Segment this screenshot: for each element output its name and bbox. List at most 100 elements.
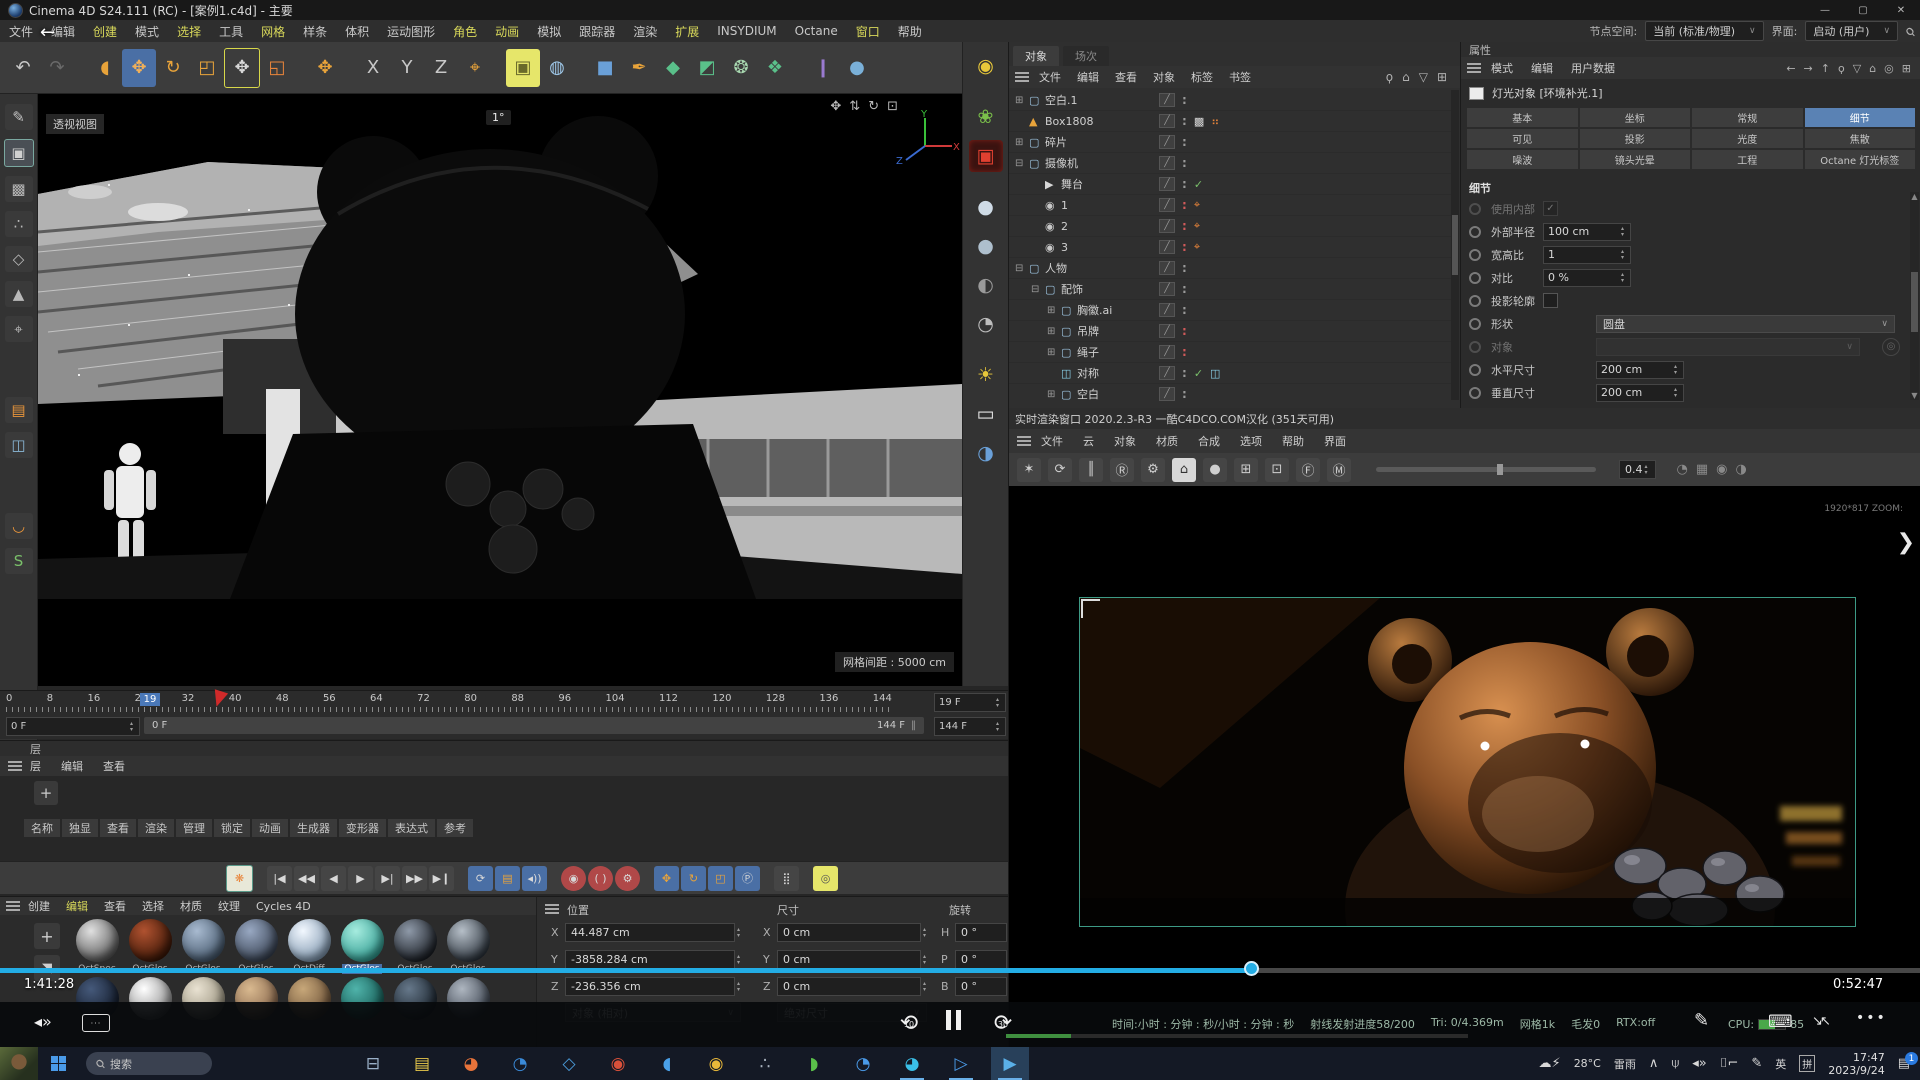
render-menu-item[interactable]: 材质 (1156, 433, 1178, 449)
checkbox[interactable]: ✓ (1543, 201, 1558, 216)
taskbar-app[interactable]: ◗ (795, 1047, 833, 1080)
object-label[interactable]: 空白 (1077, 386, 1099, 402)
render-tool-button[interactable]: ⊞ (1234, 458, 1258, 482)
toolbar-button[interactable]: ◆ (656, 49, 690, 87)
layer-column-header[interactable]: 独显 (62, 819, 98, 837)
render-small-icon[interactable]: ▦ (1696, 462, 1708, 477)
minimize-button[interactable]: — (1806, 0, 1844, 20)
object-label[interactable]: 空白.1 (1045, 92, 1078, 108)
anim-ring-icon[interactable] (1469, 364, 1481, 376)
checkbox[interactable]: ✓ (1543, 293, 1558, 308)
visibility-dots[interactable]: : (1182, 387, 1187, 401)
taskbar-app[interactable]: ◔ (501, 1047, 539, 1080)
attribute-tab[interactable]: 常规 (1692, 108, 1803, 127)
mode-button[interactable]: ▣ (4, 139, 34, 167)
anim-ring-icon[interactable] (1469, 341, 1481, 353)
menu-item[interactable]: 工具 (210, 23, 252, 40)
picker-icon[interactable]: ◎ (1882, 338, 1900, 356)
edit-toggle[interactable]: ╱ (1159, 387, 1175, 401)
menu-item[interactable]: Octane (786, 24, 847, 38)
view-nav-icon[interactable]: ⇅ (849, 99, 860, 114)
object-tag-2[interactable]: ◫ (1210, 367, 1220, 380)
toolbar-button[interactable]: ◖ (88, 49, 122, 87)
hamburger-icon[interactable] (1017, 436, 1031, 446)
menu-item[interactable]: 角色 (444, 23, 486, 40)
material-sphere[interactable] (341, 919, 384, 962)
transport-button[interactable]: |◀ (267, 866, 292, 891)
transport-button[interactable]: ↻ (681, 866, 706, 891)
om-menu-item[interactable]: 文件 (1039, 69, 1061, 85)
render-tool-button[interactable]: ⟳ (1048, 458, 1072, 482)
weather-desc[interactable]: 雷雨 (1614, 1056, 1636, 1072)
nodespace-dropdown[interactable]: 当前 (标准/物理)∨ (1645, 21, 1763, 41)
weather-temp[interactable]: 28°C (1574, 1057, 1601, 1070)
transport-button[interactable]: ⚙ (615, 866, 640, 891)
lang-indicator[interactable]: 英 (1775, 1056, 1786, 1072)
object-label[interactable]: 3 (1061, 241, 1068, 254)
expand-toggle[interactable]: ⊞ (1015, 137, 1029, 148)
transport-button[interactable]: ◀ (321, 866, 346, 891)
material-item[interactable]: OctSpec (74, 919, 120, 974)
menu-item[interactable]: 文件 (0, 23, 42, 40)
visibility-dots[interactable]: : (1182, 93, 1187, 107)
attributes-header-icon[interactable]: → (1804, 62, 1813, 75)
toolbar-button[interactable]: ◍ (540, 49, 574, 87)
toolbar-button[interactable]: Z (424, 49, 458, 87)
mode-button[interactable]: ∴ (5, 211, 33, 237)
exit-fullscreen-icon[interactable]: ↘↖ (1812, 1014, 1828, 1029)
layer-column-header[interactable]: 名称 (24, 819, 60, 837)
hamburger-icon[interactable] (545, 904, 559, 914)
toolbar-button[interactable]: ✥ (122, 49, 156, 87)
object-row[interactable]: ⊞ ▢ 碎片 ╱ : (1009, 132, 1451, 153)
hamburger-icon[interactable] (1467, 63, 1481, 73)
material-sphere[interactable] (129, 919, 172, 962)
toolbar-button[interactable]: ✒ (622, 49, 656, 87)
material-menu-item[interactable]: 创建 (28, 898, 50, 914)
add-layer-button[interactable]: + (34, 781, 58, 805)
menu-item[interactable]: 体积 (336, 23, 378, 40)
attribute-tab[interactable]: 光度 (1692, 129, 1803, 148)
danmaku-icon[interactable]: ··· (82, 1014, 110, 1032)
render-small-icon[interactable]: ◔ (1677, 462, 1688, 477)
render-tool-button[interactable]: ⚙ (1141, 458, 1165, 482)
transport-button[interactable]: ◰ (708, 866, 733, 891)
tab-objects[interactable]: 对象 (1013, 46, 1059, 66)
rotation-input[interactable]: 0 ° (955, 977, 1007, 996)
mode-button[interactable]: ✎ (5, 104, 33, 130)
om-header-icon[interactable]: ϙ (1386, 70, 1393, 84)
taskbar-app[interactable]: ∴ (746, 1047, 784, 1080)
strip-button[interactable]: ◑ (969, 437, 1003, 469)
layer-column-header[interactable]: 动画 (252, 819, 288, 837)
anim-ring-icon[interactable] (1469, 249, 1481, 261)
visibility-dots[interactable]: : (1182, 366, 1187, 380)
visibility-dots[interactable]: : (1182, 240, 1187, 254)
mode-button[interactable]: ◫ (5, 432, 33, 458)
toolbar-button[interactable]: ◱ (260, 49, 294, 87)
microphone-icon[interactable]: ⍦ (1671, 1056, 1679, 1071)
expand-toggle[interactable]: ⊞ (1047, 326, 1061, 337)
range-end-field[interactable]: 144 F▴▾ (934, 717, 1006, 736)
object-tag-2[interactable]: ⠶ (1211, 115, 1219, 128)
color-swatch[interactable] (1469, 87, 1484, 100)
pen-icon[interactable]: ✎ (1751, 1056, 1762, 1071)
menu-item[interactable]: 运动图形 (378, 23, 444, 40)
transport-button[interactable]: ▶❙ (429, 866, 454, 891)
edit-toggle[interactable]: ╱ (1159, 198, 1175, 212)
attribute-tab[interactable]: Octane 灯光标签 (1805, 150, 1916, 169)
edit-toggle[interactable]: ╱ (1159, 135, 1175, 149)
edit-toggle[interactable]: ╱ (1159, 345, 1175, 359)
taskbar-app[interactable]: ▶ (991, 1047, 1029, 1080)
material-item[interactable]: OctDiff (286, 919, 332, 974)
strip-button[interactable]: ☀ (969, 359, 1003, 391)
menu-item[interactable]: 动画 (486, 23, 528, 40)
tab-takes[interactable]: 场次 (1063, 46, 1109, 66)
render-tool-button[interactable]: ⌂ (1172, 458, 1196, 482)
video-back-arrow-icon[interactable]: ← (40, 22, 55, 43)
render-menu-item[interactable]: 合成 (1198, 433, 1220, 449)
taskbar-app[interactable]: ◇ (550, 1047, 588, 1080)
toolbar-button[interactable]: ❖ (758, 49, 792, 87)
menu-item[interactable]: 帮助 (889, 23, 931, 40)
material-item[interactable]: OctGlos (392, 919, 438, 974)
size-input[interactable]: 0 cm (777, 950, 921, 969)
size-input[interactable]: 0 cm (777, 923, 921, 942)
